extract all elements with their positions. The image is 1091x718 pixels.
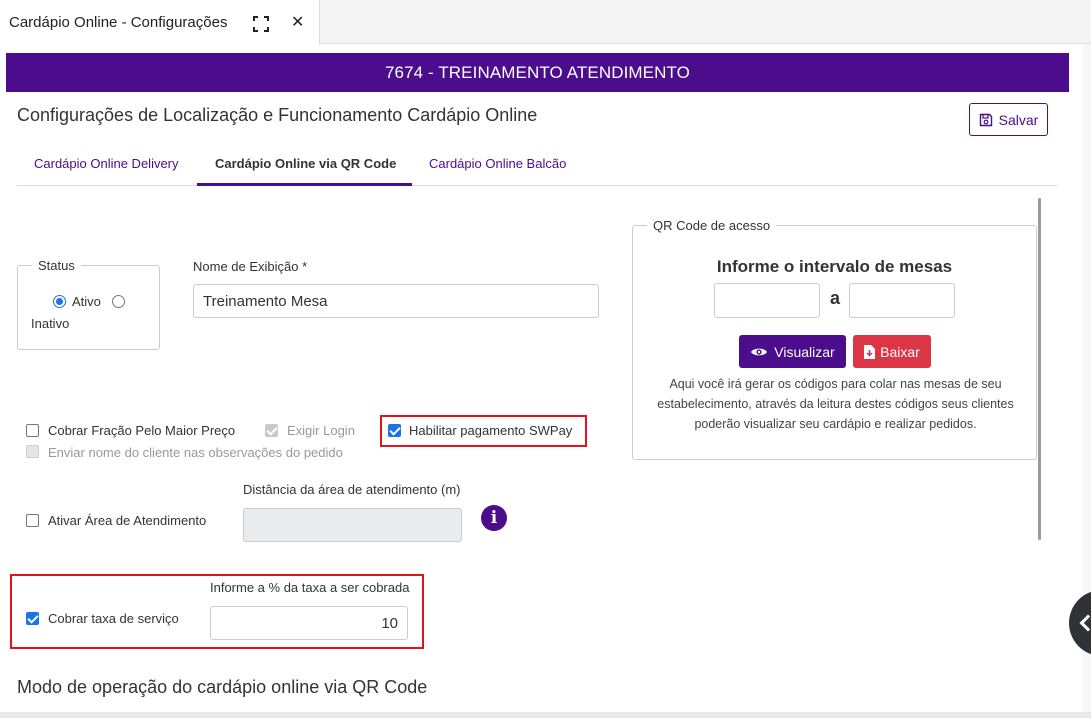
baixar-label: Baixar [880,343,920,360]
display-name-input[interactable]: Treinamento Mesa [193,284,599,318]
window-tab-bar: Cardápio Online - Configurações ✕ [0,0,1091,45]
eye-icon [751,348,768,355]
cobrar-fracao-checkbox[interactable] [26,424,39,437]
info-icon[interactable]: i [481,505,507,531]
exigir-login-label: Exigir Login [287,423,355,438]
panel-scrollbar[interactable] [1038,198,1041,540]
qr-code-legend: QR Code de acesso [647,218,777,233]
habilitar-swpay-checkbox[interactable] [388,424,401,437]
exigir-login-checkbox [265,424,278,437]
page-title: Configurações de Localização e Funcionam… [17,105,538,125]
qr-code-fieldset: QR Code de acesso Informe o intervalo de… [632,218,1037,460]
qr-range-heading: Informe o intervalo de mesas [716,257,953,276]
tab-delivery[interactable]: Cardápio Online Delivery [34,156,179,171]
qr-range-to-input[interactable] [849,283,955,318]
status-legend: Status [32,258,81,273]
bottom-bar [0,712,1091,718]
status-ativo-label[interactable]: Ativo [72,294,101,309]
store-banner: 7674 - TREINAMENTO ATENDIMENTO [6,53,1069,92]
close-icon[interactable]: ✕ [291,12,304,32]
window-tab[interactable]: Cardápio Online - Configurações ✕ [0,0,320,45]
config-tabs: Cardápio Online Delivery Cardápio Online… [17,144,1057,186]
service-fee-input-label: Informe a % da taxa a ser cobrada [210,580,410,595]
habilitar-swpay-label[interactable]: Habilitar pagamento SWPay [409,423,572,438]
floppy-disk-icon [979,113,992,126]
cobrar-fracao-label[interactable]: Cobrar Fração Pelo Maior Preço [48,423,235,438]
window-tab-title: Cardápio Online - Configurações [9,14,228,31]
cobrar-taxa-checkbox[interactable] [26,612,39,625]
qr-description: Aqui você irá gerar os códigos para cola… [657,377,1014,431]
file-download-icon [864,344,876,359]
status-inativo-label[interactable]: Inativo [31,316,69,331]
operation-mode-title: Modo de operação do cardápio online via … [17,677,428,697]
tab-qr-code[interactable]: Cardápio Online via QR Code [215,156,396,171]
tab-balcao[interactable]: Cardápio Online Balcão [429,156,566,171]
enviar-nome-checkbox [26,445,39,458]
visualizar-label: Visualizar [774,343,835,360]
ativar-area-checkbox[interactable] [26,514,39,527]
qr-range-separator: a [830,288,841,308]
service-fee-input[interactable]: 10 [210,606,408,640]
active-tab-indicator [197,183,412,186]
baixar-button[interactable]: Baixar [853,335,931,368]
visualizar-button[interactable]: Visualizar [739,335,846,368]
distance-input [243,508,462,542]
expand-icon[interactable] [253,16,269,32]
qr-range-from-input[interactable] [714,283,820,318]
distance-label: Distância da área de atendimento (m) [243,482,461,497]
status-fieldset: Status Ativo Inativo [17,258,160,350]
cobrar-taxa-label[interactable]: Cobrar taxa de serviço [48,611,179,626]
display-name-label: Nome de Exibição * [193,259,308,274]
enviar-nome-label: Enviar nome do cliente nas observações d… [48,445,343,460]
ativar-area-label[interactable]: Ativar Área de Atendimento [48,513,206,528]
status-inativo-radio[interactable] [112,295,125,308]
status-ativo-radio[interactable] [53,295,66,308]
collapse-panel-button[interactable] [1069,590,1091,656]
save-button[interactable]: Salvar [969,103,1048,136]
save-button-label: Salvar [998,111,1039,128]
